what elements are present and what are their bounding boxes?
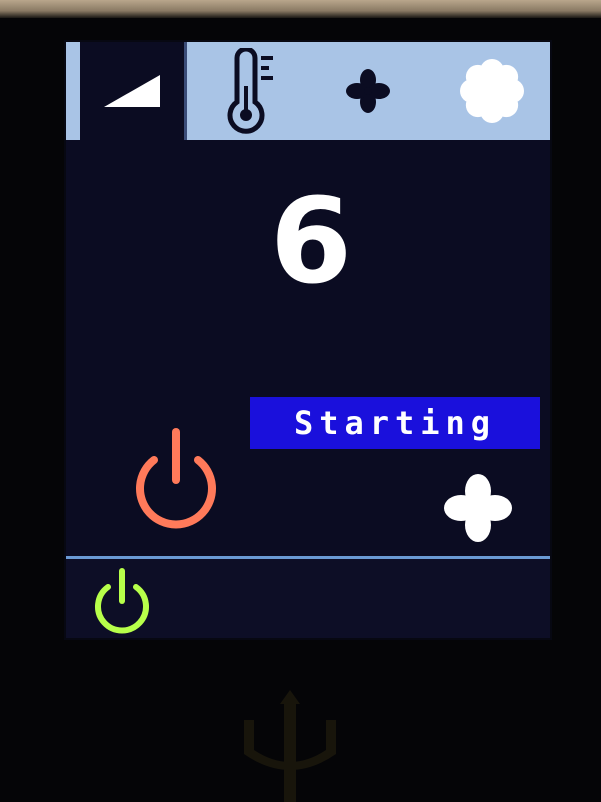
device-screen: 6 Starting: [66, 42, 550, 638]
level-ramp-icon: [104, 75, 160, 107]
status-badge: Starting: [250, 397, 540, 449]
tab-fan[interactable]: [328, 42, 408, 140]
power-icon[interactable]: [86, 565, 158, 637]
bottom-bar: [66, 559, 550, 638]
trident-logo-icon: [244, 690, 336, 802]
level-value: 6: [269, 172, 353, 310]
power-icon[interactable]: [124, 424, 228, 536]
flower-gear-icon: [460, 59, 524, 123]
fan-icon: [346, 69, 390, 113]
tab-settings[interactable]: [444, 42, 540, 140]
thermometer-icon: [227, 48, 273, 134]
device-bezel: [0, 0, 601, 18]
tab-temperature[interactable]: [206, 42, 296, 140]
status-text: Starting: [293, 404, 497, 442]
fan-icon: [444, 474, 512, 542]
tab-bar: [66, 42, 550, 140]
tab-level[interactable]: [80, 42, 187, 140]
